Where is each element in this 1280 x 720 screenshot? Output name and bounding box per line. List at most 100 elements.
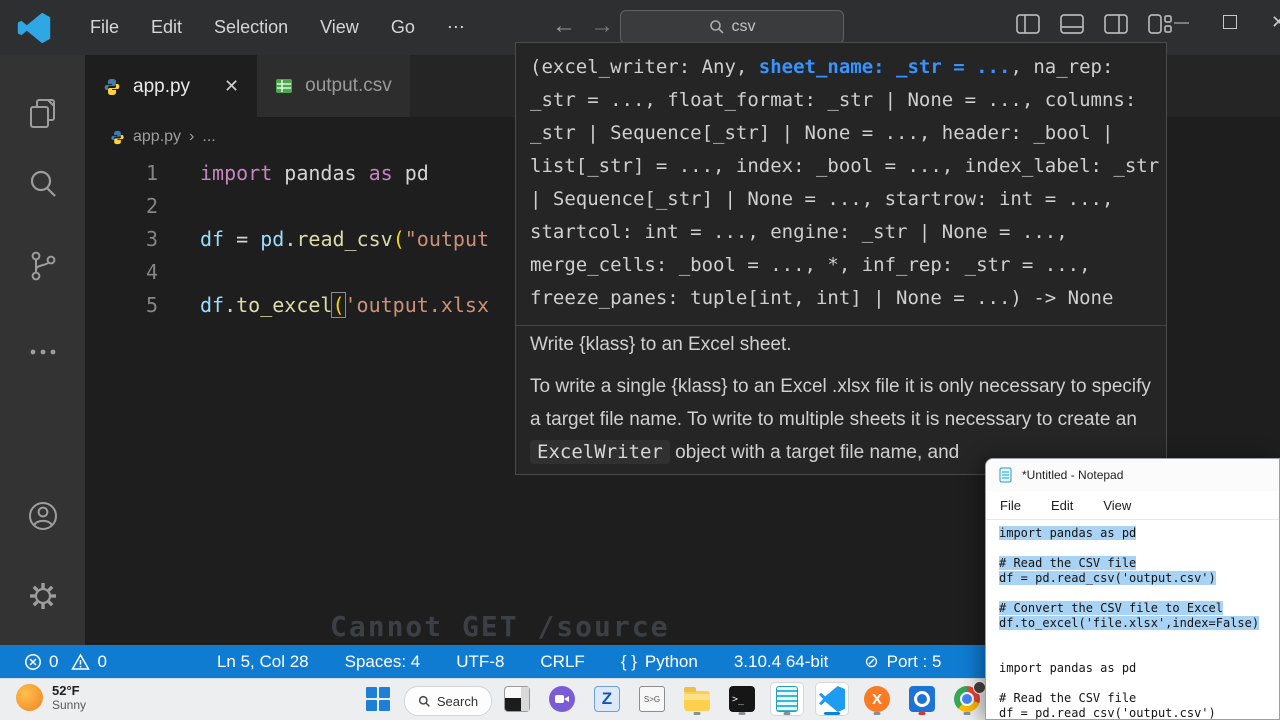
- screen: 1import pandas as pd23df = pd.read_csv("…: [0, 0, 1280, 720]
- signature-line: merge_cells: _bool = ..., *, inf_rep: _s…: [530, 249, 1152, 282]
- weather-temp: 52°F: [52, 683, 86, 698]
- notepad-menu-view[interactable]: View: [1103, 498, 1131, 513]
- player-icon: [909, 686, 935, 712]
- vscode-icon: [819, 686, 845, 712]
- notepad-window[interactable]: *Untitled - Notepad File Edit View import …: [985, 458, 1280, 720]
- minimize-button[interactable]: —: [1174, 14, 1189, 31]
- notepad-line: [999, 631, 1279, 646]
- background-server-text: Cannot GET /source: [330, 610, 669, 643]
- notepad-line: [999, 646, 1279, 661]
- notepad-line: import pandas as pd: [999, 661, 1279, 676]
- close-button[interactable]: ✕: [1271, 12, 1280, 33]
- line-number: 1: [85, 157, 158, 190]
- chrome-app-icon[interactable]: [950, 682, 984, 716]
- tab-output-csv[interactable]: output.csv: [257, 55, 411, 117]
- menu-file[interactable]: File: [74, 11, 135, 44]
- tab-close-icon[interactable]: ✕: [224, 76, 239, 97]
- terminal-icon: >_: [729, 686, 755, 712]
- statusbar-item-spaces-4[interactable]: Spaces: 4: [345, 652, 421, 672]
- menu-go[interactable]: Go: [375, 11, 431, 44]
- menu-[interactable]: ⋯: [431, 11, 481, 44]
- toggle-panel-icon[interactable]: [1060, 14, 1084, 34]
- sun-icon: [16, 684, 43, 711]
- weather-widget[interactable]: 52°F Sunny: [16, 683, 86, 712]
- notepad-line: # Read the CSV file: [999, 556, 1279, 571]
- more-actions-icon[interactable]: [24, 333, 62, 371]
- statusbar-icon: ⊘: [864, 652, 878, 672]
- photos-icon: [504, 686, 530, 712]
- taskbar-search[interactable]: Search: [404, 686, 492, 716]
- notepad-title: *Untitled - Notepad: [1022, 468, 1123, 482]
- error-icon: [24, 653, 42, 671]
- running-indicator: [739, 712, 746, 715]
- search-icon[interactable]: [24, 165, 62, 203]
- tab-label: app.py: [133, 76, 190, 98]
- start-button[interactable]: [366, 687, 390, 711]
- notepad-line: # Read the CSV file: [999, 691, 1279, 706]
- weather-condition: Sunny: [52, 698, 86, 712]
- breadcrumb-more[interactable]: ...: [202, 128, 215, 146]
- loom-app-icon[interactable]: [545, 682, 579, 716]
- notepad-line: [999, 541, 1279, 556]
- notepad-line: df.to_excel('file.xlsx',index=False): [999, 616, 1279, 631]
- loom-icon: [549, 686, 575, 712]
- notepad-titlebar[interactable]: *Untitled - Notepad: [986, 459, 1279, 491]
- notepad-line: df = pd.read_csv('output.csv'): [999, 571, 1279, 586]
- tab-app-py[interactable]: app.py ✕: [85, 55, 257, 117]
- notepad-line: df = pd.read_csv('output.csv'): [999, 706, 1279, 720]
- xampp-app-icon[interactable]: X: [860, 682, 894, 716]
- photos-app-icon[interactable]: [500, 682, 534, 716]
- activity-bar: [0, 55, 85, 645]
- running-indicator: [694, 712, 701, 715]
- notepad-app-icon[interactable]: [770, 682, 804, 716]
- notepad-menu-edit[interactable]: Edit: [1051, 498, 1073, 513]
- signature-line: freeze_panes: tuple[int, int] | None = .…: [530, 282, 1152, 315]
- running-indicator: [874, 712, 881, 715]
- zapp-app-icon[interactable]: Z: [590, 682, 624, 716]
- breadcrumb-file[interactable]: app.py: [133, 128, 181, 146]
- statusbar-item-3-10-4-64-bit[interactable]: 3.10.4 64-bit: [734, 652, 829, 672]
- folder-app-icon[interactable]: [680, 682, 714, 716]
- warning-icon: [71, 653, 90, 671]
- menu-view[interactable]: View: [304, 11, 375, 44]
- accounts-icon[interactable]: [24, 497, 62, 535]
- menu-bar: FileEditSelectionViewGo⋯: [74, 11, 481, 44]
- python-file-icon: [110, 130, 125, 145]
- statusbar-icon: { }: [621, 652, 637, 672]
- terminal-app-icon[interactable]: >_: [725, 682, 759, 716]
- stg-app-icon[interactable]: S>G: [635, 682, 669, 716]
- statusbar-item-port-5[interactable]: ⊘Port : 5: [864, 652, 941, 672]
- signature-line: | Sequence[_str] | None = ..., startrow:…: [530, 183, 1152, 216]
- statusbar-item-crlf[interactable]: CRLF: [540, 652, 584, 672]
- vscode-logo-icon: [16, 10, 52, 46]
- warning-count: 0: [97, 652, 106, 672]
- vscode-app-icon[interactable]: [815, 682, 849, 716]
- line-number: 4: [85, 256, 158, 289]
- statusbar-item-ln-5-col-28[interactable]: Ln 5, Col 28: [217, 652, 309, 672]
- menu-selection[interactable]: Selection: [198, 11, 304, 44]
- source-control-icon[interactable]: [24, 247, 62, 285]
- explorer-icon[interactable]: [24, 95, 62, 133]
- toggle-secondary-sidebar-icon[interactable]: [1104, 14, 1128, 34]
- menu-edit[interactable]: Edit: [135, 11, 198, 44]
- statusbar-item-utf-8[interactable]: UTF-8: [456, 652, 504, 672]
- command-center-search[interactable]: csv: [620, 10, 844, 44]
- settings-gear-icon[interactable]: [24, 577, 62, 615]
- hover-tooltip[interactable]: (excel_writer: Any, sheet_name: _str = .…: [515, 42, 1167, 475]
- line-number: 2: [85, 190, 158, 223]
- nav-back-icon[interactable]: ←: [552, 12, 576, 40]
- restore-button[interactable]: [1223, 15, 1237, 29]
- taskbar-search-label: Search: [437, 694, 478, 709]
- toggle-sidebar-icon[interactable]: [1016, 14, 1040, 34]
- search-value: csv: [732, 18, 756, 36]
- problems-indicator[interactable]: 0 0: [24, 652, 107, 672]
- nav-forward-icon[interactable]: →: [590, 12, 614, 40]
- notepad-text-area[interactable]: import pandas as pd # Read the CSV filed…: [986, 520, 1279, 720]
- notepad-icon: [776, 686, 798, 712]
- running-indicator: [824, 712, 840, 715]
- notepad-menu-file[interactable]: File: [1000, 498, 1021, 513]
- statusbar-item-python[interactable]: { }Python: [621, 652, 698, 672]
- player-app-icon[interactable]: [905, 682, 939, 716]
- signature-line: list[_str] = ..., index: _bool = ..., in…: [530, 150, 1152, 183]
- line-number: 3: [85, 223, 158, 256]
